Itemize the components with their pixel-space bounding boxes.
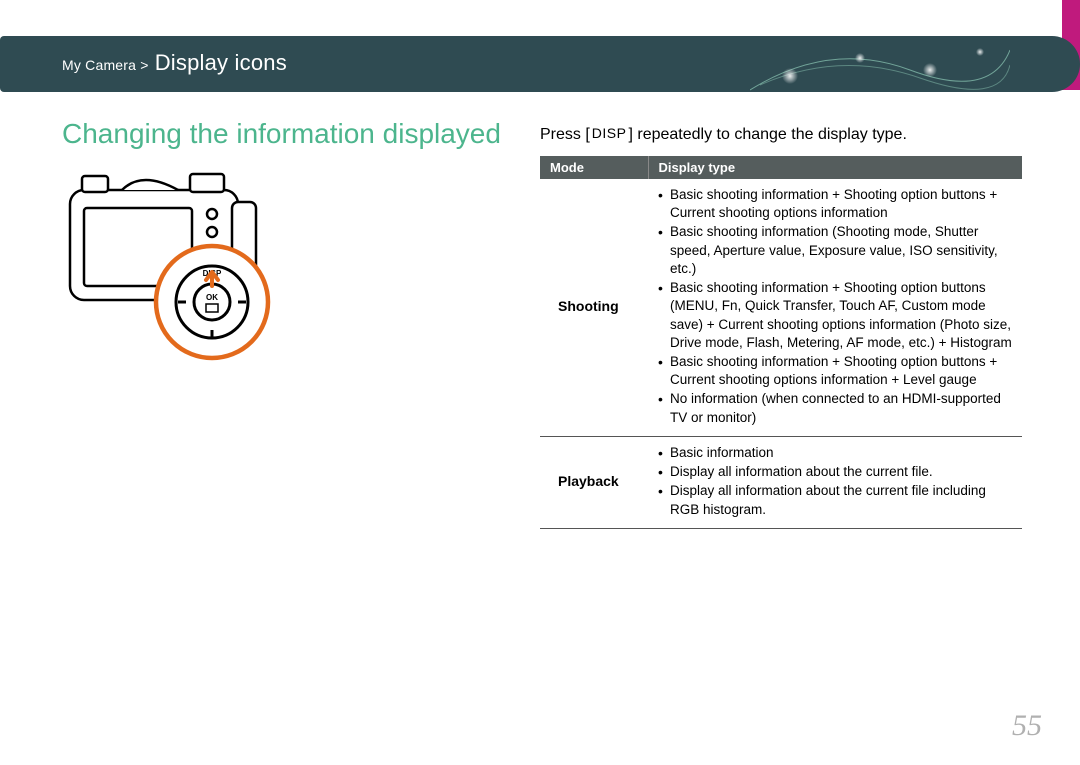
section-title: Changing the information displayed <box>62 118 501 150</box>
list-item: Basic shooting information + Shooting op… <box>656 353 1014 389</box>
header-bar: My Camera > Display icons <box>0 36 1080 92</box>
row-label-shooting: Shooting <box>540 179 648 436</box>
table-header-display-type: Display type <box>648 156 1022 179</box>
intro-line: Press [DISP] repeatedly to change the di… <box>540 126 907 144</box>
breadcrumb-prefix: My Camera > <box>62 57 153 73</box>
list-item: Basic shooting information + Shooting op… <box>656 279 1014 352</box>
table-row: Playback Basic information Display all i… <box>540 436 1022 528</box>
list-item: No information (when connected to an HDM… <box>656 390 1014 426</box>
table-row: Shooting Basic shooting information + Sh… <box>540 179 1022 436</box>
intro-suffix: ] repeatedly to change the display type. <box>628 126 906 143</box>
row-label-playback: Playback <box>540 436 648 528</box>
table-header-mode: Mode <box>540 156 648 179</box>
list-item: Basic shooting information (Shooting mod… <box>656 223 1014 278</box>
page-number: 55 <box>1012 709 1042 743</box>
list-item: Display all information about the curren… <box>656 463 1014 481</box>
intro-prefix: Press [ <box>540 126 590 143</box>
row-content-shooting: Basic shooting information + Shooting op… <box>648 179 1022 436</box>
svg-text:OK: OK <box>206 293 218 302</box>
list-item: Basic shooting information + Shooting op… <box>656 186 1014 222</box>
breadcrumb: My Camera > Display icons <box>62 50 287 76</box>
list-item: Display all information about the curren… <box>656 482 1014 518</box>
display-type-table: Mode Display type Shooting Basic shootin… <box>540 156 1022 529</box>
decorative-sparkle <box>750 30 1010 100</box>
row-content-playback: Basic information Display all informatio… <box>648 436 1022 528</box>
camera-illustration: OK DISP <box>62 162 292 372</box>
breadcrumb-current: Display icons <box>155 50 287 75</box>
disp-button-label: DISP <box>590 125 629 141</box>
list-item: Basic information <box>656 444 1014 462</box>
